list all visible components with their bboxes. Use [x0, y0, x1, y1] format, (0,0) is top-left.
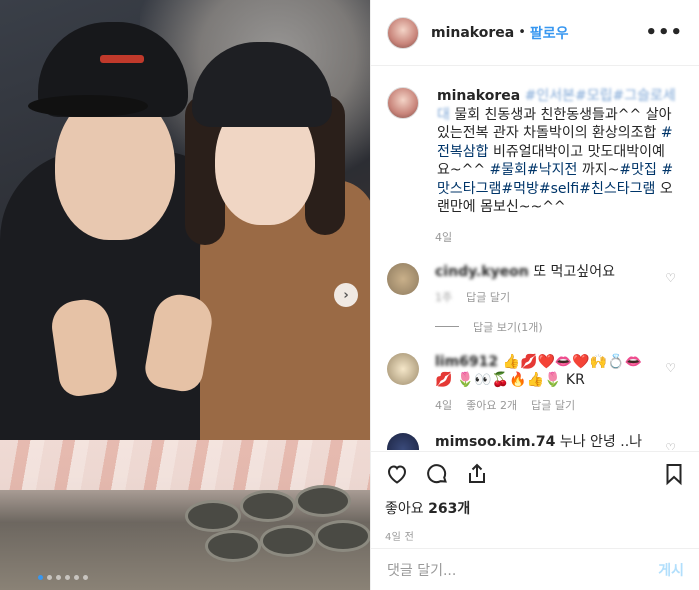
heart-icon[interactable]	[385, 462, 409, 490]
likes-count[interactable]: 좋아요 263개	[385, 498, 686, 518]
comment-meta: 4일 좋아요 2개 답글 달기	[435, 397, 655, 415]
comment-meta: 1주 답글 달기	[435, 289, 655, 307]
post-comment-button[interactable]: 게시	[658, 560, 684, 580]
comment-icon[interactable]	[425, 462, 449, 490]
abalone	[205, 530, 261, 562]
comment-username[interactable]: cindy.kyeon	[435, 264, 529, 280]
caption-text: minakorea #인서본#모립#그슬로세대 물회 친동생과 친한동생들과^^…	[437, 87, 677, 217]
avatar[interactable]	[387, 352, 419, 385]
view-replies-label[interactable]: 답글 보기(1개)	[473, 319, 543, 335]
reply-button[interactable]: 답글 달기	[466, 289, 510, 307]
carousel-dot	[74, 575, 79, 580]
caption-username[interactable]: minakorea	[437, 88, 520, 104]
comment-item: mimsoo.kim.74 누나 안녕 ..나 민 ♡	[387, 432, 684, 451]
caption-age: 4일	[435, 230, 453, 244]
avatar[interactable]	[387, 432, 419, 450]
carousel-dot	[38, 575, 43, 580]
abalone	[185, 500, 241, 532]
meat-slices	[0, 440, 370, 490]
hashtag-link[interactable]: #먹방	[501, 181, 539, 197]
chevron-right-icon: ›	[343, 287, 349, 303]
comment-age: 4일	[435, 398, 453, 412]
likes-prefix: 좋아요	[385, 501, 424, 517]
comment-username[interactable]: mimsoo.kim.74	[435, 434, 555, 450]
carousel-dot	[83, 575, 88, 580]
woman-body	[200, 180, 370, 480]
abalone	[240, 490, 296, 522]
follow-button[interactable]: 팔로우	[530, 23, 569, 43]
comment-body: lim6912 👍💋❤️👄❤️🙌💍👄💋 🌷👀🍒🔥👍🌷 KR 4일 좋아요 2개 …	[435, 353, 655, 415]
comment-item: lim6912 👍💋❤️👄❤️🙌💍👄💋 🌷👀🍒🔥👍🌷 KR 4일 좋아요 2개 …	[387, 352, 684, 415]
post-timestamp: 4일 전	[385, 532, 415, 543]
man-cap-brim	[28, 95, 148, 117]
comment-item: cindy.kyeon 또 먹고싶어요 1주 답글 달기 ♡	[387, 262, 684, 307]
carousel-dot	[47, 575, 52, 580]
comment-username[interactable]: lim6912	[435, 354, 498, 370]
instagram-post: › minakorea • 팔로우 ••• minakorea #인서본#모립#…	[0, 0, 699, 590]
reply-button[interactable]: 답글 달기	[531, 397, 575, 415]
heart-outline-icon[interactable]: ♡	[665, 271, 676, 285]
share-icon[interactable]	[465, 462, 489, 490]
comment-body: mimsoo.kim.74 누나 안녕 ..나 민	[435, 433, 655, 451]
bookmark-icon[interactable]	[662, 462, 686, 490]
heart-outline-icon[interactable]: ♡	[665, 441, 676, 451]
abalone	[315, 520, 370, 552]
post-header: minakorea • 팔로우 •••	[371, 0, 699, 66]
caption-segment: 까지~	[577, 162, 620, 178]
abalone	[295, 485, 351, 517]
view-replies[interactable]: 답글 보기(1개)	[435, 319, 684, 335]
post-photo[interactable]: ›	[0, 0, 370, 590]
add-comment-bar: 댓글 달기... 게시	[371, 548, 699, 590]
comment-text: 또 먹고싶어요	[533, 263, 615, 280]
caption-segment: 물회 친동생과 친한동생들과^^ 살아있는전복 관자 차돌박이의 환상의조합	[437, 106, 672, 142]
more-options-icon[interactable]: •••	[645, 22, 683, 43]
comment-input[interactable]: 댓글 달기...	[387, 560, 456, 580]
separator-dot: •	[518, 25, 526, 40]
comment-likes[interactable]: 좋아요 2개	[466, 397, 517, 415]
abalone	[260, 525, 316, 557]
avatar[interactable]	[387, 262, 419, 295]
carousel-indicator	[38, 575, 88, 580]
heart-outline-icon[interactable]: ♡	[665, 361, 676, 375]
hashtag-link[interactable]: #맛집	[619, 162, 657, 178]
avatar[interactable]	[387, 16, 419, 49]
hashtag-link[interactable]: #낙지전	[527, 162, 577, 178]
caption: minakorea #인서본#모립#그슬로세대 물회 친동생과 친한동생들과^^…	[387, 87, 684, 217]
post-sidebar: minakorea • 팔로우 ••• minakorea #인서본#모립#그슬…	[370, 0, 699, 590]
cap-logo	[100, 55, 144, 63]
comment-age: 1주	[435, 290, 453, 304]
action-bar: 좋아요 263개 4일 전	[371, 451, 699, 543]
comments-list[interactable]: minakorea #인서본#모립#그슬로세대 물회 친동생과 친한동생들과^^…	[371, 67, 699, 450]
likes-number: 263개	[428, 501, 471, 517]
hashtag-link[interactable]: #물회	[490, 162, 528, 178]
reply-line	[435, 326, 459, 327]
hashtag-link[interactable]: #친스타그램	[579, 181, 655, 197]
comment-body: cindy.kyeon 또 먹고싶어요 1주 답글 달기	[435, 263, 655, 307]
carousel-dot	[56, 575, 61, 580]
action-icons	[385, 458, 686, 494]
author-username[interactable]: minakorea	[431, 25, 514, 41]
carousel-dot	[65, 575, 70, 580]
hashtag-link[interactable]: #selfi	[539, 181, 579, 197]
carousel-next-button[interactable]: ›	[334, 283, 358, 307]
avatar[interactable]	[387, 87, 419, 119]
